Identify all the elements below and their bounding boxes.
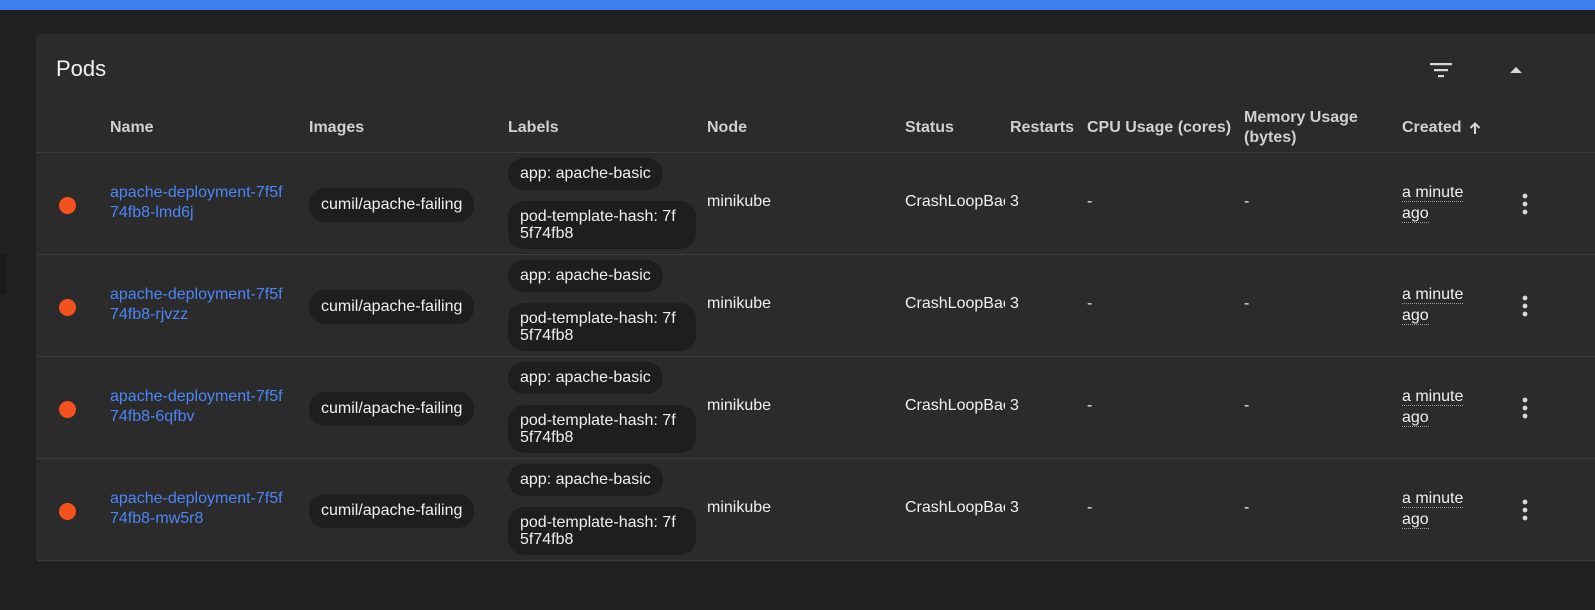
column-header-cpu: CPU Usage (cores): [1087, 119, 1232, 136]
restarts-cell: 3: [1010, 193, 1019, 210]
status-cell: CrashLoopBackOff: [905, 193, 1005, 210]
memory-header-line1: Memory Usage: [1244, 109, 1358, 126]
restarts-cell: 3: [1010, 295, 1019, 312]
created-cell: a minute ago: [1402, 488, 1482, 530]
column-header-memory: Memory Usage (bytes): [1244, 104, 1358, 152]
label-chip: app: apache-basic: [508, 362, 663, 394]
node-cell: minikube: [707, 499, 772, 516]
node-cell: minikube: [707, 397, 772, 414]
status-error-icon: [59, 503, 76, 520]
memory-header-line2: (bytes): [1244, 129, 1297, 146]
node-cell: minikube: [707, 295, 772, 312]
arrow-up-icon: [1468, 121, 1482, 135]
status-cell: CrashLoopBackOff: [905, 397, 1005, 414]
memory-cell: -: [1244, 499, 1250, 516]
memory-cell: -: [1244, 193, 1250, 210]
column-header-status[interactable]: Status: [905, 104, 954, 152]
pod-name-link[interactable]: apache-deployment-7f5f74fb8-rjvzz: [110, 285, 290, 325]
created-value: a minute ago: [1402, 184, 1464, 223]
cpu-cell: -: [1087, 193, 1093, 210]
node-cell: minikube: [707, 193, 772, 210]
collapse-button[interactable]: [1496, 50, 1536, 90]
label-chip: pod-template-hash: 7f5f74fb8: [508, 201, 696, 249]
more-vert-icon: [1522, 397, 1528, 419]
created-value: a minute ago: [1402, 388, 1464, 427]
status-error-icon: [59, 401, 76, 418]
label-chip: app: apache-basic: [508, 158, 663, 190]
row-menu-button[interactable]: [1510, 291, 1540, 321]
created-cell: a minute ago: [1402, 284, 1482, 326]
status-cell: CrashLoopBackOff: [905, 499, 1005, 516]
label-chip: app: apache-basic: [508, 260, 663, 292]
label-chip: app: apache-basic: [508, 464, 663, 496]
memory-cell: -: [1244, 295, 1250, 312]
pod-name-link[interactable]: apache-deployment-7f5f74fb8-6qfbv: [110, 387, 290, 427]
nav-rail-edge: [0, 254, 6, 294]
row-menu-button[interactable]: [1510, 189, 1540, 219]
restarts-cell: 3: [1010, 397, 1019, 414]
filter-button[interactable]: [1421, 50, 1461, 90]
column-header-labels: Labels: [508, 119, 559, 136]
filter-list-icon: [1430, 63, 1452, 78]
pod-name-link[interactable]: apache-deployment-7f5f74fb8-mw5r8: [110, 489, 290, 529]
column-header-node[interactable]: Node: [707, 104, 747, 152]
pods-card: Pods Name Images Labels Node Status Rest…: [36, 34, 1595, 562]
table-row: apache-deployment-7f5f74fb8-mw5r8 cumil/…: [36, 459, 1595, 561]
column-header-created[interactable]: Created: [1402, 104, 1482, 152]
table-row: apache-deployment-7f5f74fb8-lmd6j cumil/…: [36, 153, 1595, 255]
status-error-icon: [59, 197, 76, 214]
table-header: Name Images Labels Node Status Restarts …: [36, 104, 1595, 153]
column-header-restarts[interactable]: Restarts: [1010, 104, 1074, 152]
pods-table-body: apache-deployment-7f5f74fb8-lmd6j cumil/…: [36, 153, 1595, 561]
status-error-icon: [59, 299, 76, 316]
label-chip: pod-template-hash: 7f5f74fb8: [508, 405, 696, 453]
row-menu-button[interactable]: [1510, 393, 1540, 423]
row-menu-button[interactable]: [1510, 495, 1540, 525]
created-value: a minute ago: [1402, 286, 1464, 325]
more-vert-icon: [1522, 193, 1528, 215]
image-chip: cumil/apache-failing: [309, 188, 475, 222]
more-vert-icon: [1522, 499, 1528, 521]
status-cell: CrashLoopBackOff: [905, 295, 1005, 312]
created-cell: a minute ago: [1402, 182, 1482, 224]
pod-name-link[interactable]: apache-deployment-7f5f74fb8-lmd6j: [110, 183, 290, 223]
created-value: a minute ago: [1402, 490, 1464, 529]
more-vert-icon: [1522, 295, 1528, 317]
card-header: Pods: [36, 34, 1595, 104]
table-row: apache-deployment-7f5f74fb8-6qfbv cumil/…: [36, 357, 1595, 459]
image-chip: cumil/apache-failing: [309, 392, 475, 426]
chevron-up-icon: [1510, 67, 1522, 73]
cpu-cell: -: [1087, 499, 1093, 516]
created-cell: a minute ago: [1402, 386, 1482, 428]
top-accent-bar: [0, 0, 1595, 10]
label-chip: pod-template-hash: 7f5f74fb8: [508, 507, 696, 555]
cpu-cell: -: [1087, 397, 1093, 414]
table-row: apache-deployment-7f5f74fb8-rjvzz cumil/…: [36, 255, 1595, 357]
image-chip: cumil/apache-failing: [309, 290, 475, 324]
label-chip: pod-template-hash: 7f5f74fb8: [508, 303, 696, 351]
created-header-label: Created: [1402, 119, 1462, 136]
cpu-cell: -: [1087, 295, 1093, 312]
column-header-images: Images: [309, 119, 365, 136]
restarts-cell: 3: [1010, 499, 1019, 516]
column-header-name[interactable]: Name: [110, 104, 154, 152]
card-title: Pods: [56, 56, 107, 81]
memory-cell: -: [1244, 397, 1250, 414]
image-chip: cumil/apache-failing: [309, 494, 475, 528]
